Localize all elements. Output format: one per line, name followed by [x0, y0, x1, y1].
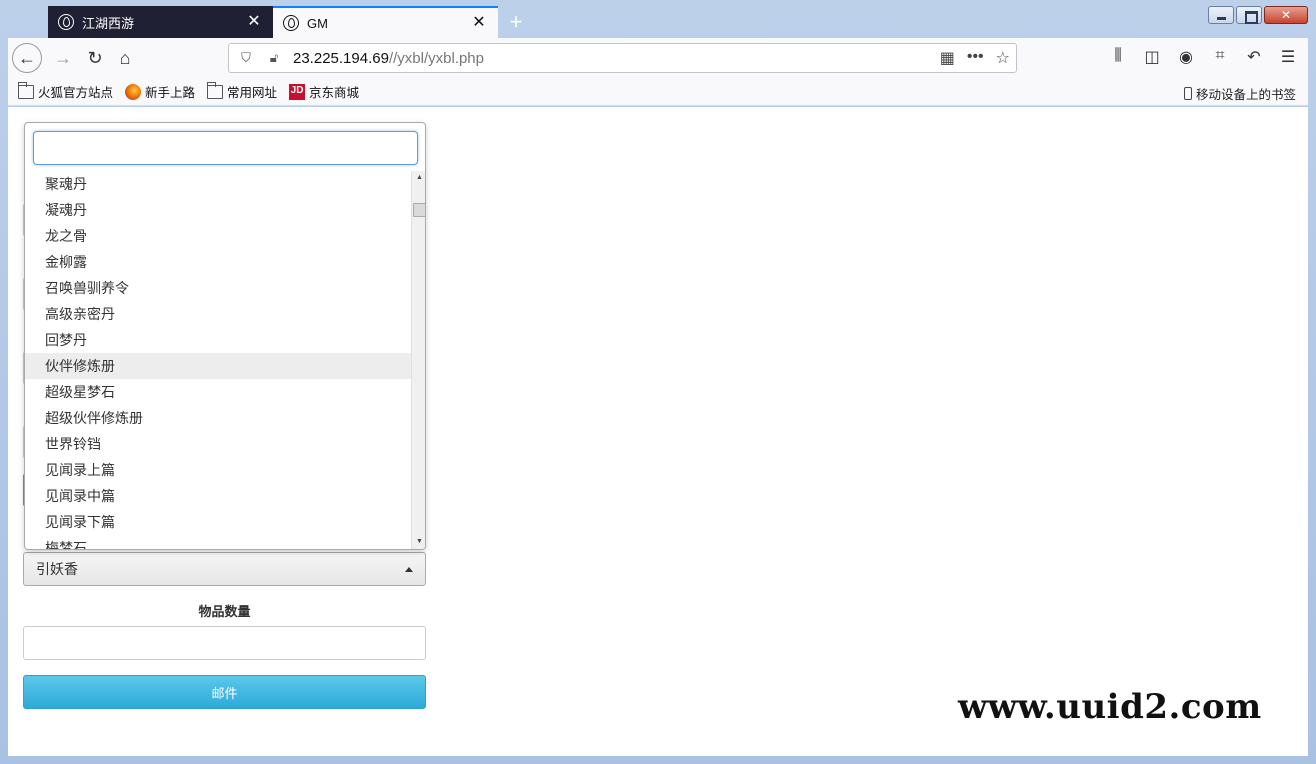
- bookmark-label: 火狐官方站点: [38, 86, 114, 100]
- navigation-toolbar: ← → ↻ ⌂ ⛉ 🔓︎ 23.225.194.69//yxbl/yxbl.ph…: [8, 38, 1308, 78]
- bookmark-common-sites[interactable]: 常用网址: [207, 81, 278, 101]
- quantity-input[interactable]: [23, 626, 426, 660]
- scroll-up-icon[interactable]: ▲: [412, 171, 425, 185]
- tab-gm[interactable]: GM ✕: [273, 6, 498, 38]
- quantity-label: 物品数量: [198, 604, 251, 619]
- shield-icon[interactable]: ⛉: [235, 50, 257, 66]
- scroll-down-icon[interactable]: ▼: [412, 535, 425, 549]
- bookmark-label: 常用网址: [227, 86, 278, 100]
- globe-icon: [58, 14, 74, 30]
- folder-icon: [207, 81, 224, 99]
- dropdown-search-input[interactable]: [33, 131, 418, 165]
- close-tab-icon[interactable]: ✕: [470, 15, 488, 31]
- scrollbar-thumb[interactable]: [413, 203, 425, 217]
- bookmark-label: 京东商城: [309, 86, 360, 100]
- maximize-button[interactable]: [1236, 6, 1262, 24]
- tab-strip: 江湖西游 ✕ GM ✕ +: [8, 6, 1308, 38]
- reload-button[interactable]: ↻: [80, 43, 110, 73]
- url-path: //yxbl/yxbl.php: [388, 49, 484, 67]
- tab-title: 江湖西游: [82, 15, 135, 31]
- screenshot-crop-icon[interactable]: ⌗: [1210, 47, 1230, 67]
- watermark: www.uuid2.com: [926, 649, 1296, 749]
- dropdown-option[interactable]: 见闻录下篇: [25, 509, 411, 535]
- globe-icon: [283, 15, 299, 31]
- minimize-button[interactable]: [1208, 6, 1234, 24]
- forward-button[interactable]: →: [48, 43, 78, 73]
- bookmarks-toolbar: 火狐官方站点 新手上路 常用网址 JD 京东商城 移动设备上的书签: [8, 78, 1308, 106]
- bookmark-jd[interactable]: JD 京东商城: [289, 82, 359, 101]
- qr-code-icon[interactable]: ▦: [940, 48, 955, 68]
- caret-up-icon: [405, 567, 413, 572]
- dropdown-option[interactable]: 回梦丹: [25, 327, 411, 353]
- dropdown-option[interactable]: 超级星梦石: [25, 379, 411, 405]
- firefox-icon: [125, 83, 142, 100]
- bookmark-star-icon[interactable]: ☆: [996, 48, 1010, 68]
- select-dropdown: 聚魂丹 凝魂丹 龙之骨 金柳露 召唤兽驯养令 高级亲密丹 回梦丹 伙伴修炼册 超级星梦石 超级伙伴…: [24, 122, 426, 550]
- dropdown-option[interactable]: 金柳露: [25, 249, 411, 275]
- dropdown-option[interactable]: 超级伙伴修炼册: [25, 405, 411, 431]
- folder-icon: [18, 81, 34, 99]
- undo-icon[interactable]: ↶: [1244, 47, 1264, 67]
- insecure-lock-icon[interactable]: 🔓︎: [263, 50, 285, 66]
- sidebar-icon[interactable]: ◫: [1142, 47, 1162, 67]
- new-tab-button[interactable]: +: [504, 9, 528, 35]
- dropdown-option[interactable]: 见闻录中篇: [25, 483, 411, 509]
- mail-button[interactable]: 邮件: [23, 675, 426, 709]
- dropdown-option[interactable]: 凝魂丹: [25, 197, 411, 223]
- close-tab-icon[interactable]: ✕: [245, 14, 263, 30]
- dropdown-option[interactable]: 聚魂丹: [25, 171, 411, 197]
- home-button[interactable]: ⌂: [110, 43, 140, 73]
- toolbar-icons: ⫼ ◫ ◉ ⌗ ↶ ☰: [1108, 47, 1298, 67]
- bookmark-label: 新手上路: [145, 86, 196, 100]
- menu-icon[interactable]: ☰: [1278, 47, 1298, 67]
- dropdown-option[interactable]: 高级亲密丹: [25, 301, 411, 327]
- close-window-button[interactable]: ✕: [1264, 6, 1308, 24]
- bookmark-getting-started[interactable]: 新手上路: [125, 82, 195, 101]
- dropdown-option[interactable]: 见闻录上篇: [25, 457, 411, 483]
- mobile-bookmarks[interactable]: 移动设备上的书签: [1183, 84, 1296, 103]
- dropdown-option[interactable]: 梅梦石: [25, 535, 411, 549]
- mobile-bookmarks-label: 移动设备上的书签: [1195, 88, 1296, 102]
- url-host: 23.225.194.69: [293, 49, 389, 67]
- window-controls: ✕: [1208, 6, 1308, 24]
- browser-window: 江湖西游 ✕ GM ✕ + ✕ ← → ↻ ⌂ ⛉ 🔓︎ 23.225.194.…: [0, 0, 1316, 764]
- watermark-text: www.uuid2.com: [958, 687, 1262, 727]
- tab-jianghu[interactable]: 江湖西游 ✕: [48, 6, 273, 38]
- phone-icon: [1183, 87, 1192, 100]
- back-button[interactable]: ←: [12, 43, 42, 73]
- url-actions: ▦ ••• ☆: [940, 48, 1010, 68]
- dropdown-scrollbar[interactable]: ▲ ▼: [411, 171, 425, 549]
- dropdown-option[interactable]: 世界铃铛: [25, 431, 411, 457]
- library-icon[interactable]: ⫼: [1108, 47, 1128, 67]
- item-select[interactable]: 引妖香: [23, 552, 426, 586]
- account-icon[interactable]: ◉: [1176, 47, 1196, 67]
- tab-title: GM: [307, 15, 328, 31]
- dropdown-list: 聚魂丹 凝魂丹 龙之骨 金柳露 召唤兽驯养令 高级亲密丹 回梦丹 伙伴修炼册 超级星梦石 超级伙伴…: [25, 171, 411, 549]
- bookmark-firefox-site[interactable]: 火狐官方站点: [18, 81, 114, 101]
- dropdown-option[interactable]: 召唤兽驯养令: [25, 275, 411, 301]
- more-actions-icon[interactable]: •••: [967, 48, 984, 68]
- selected-item: 引妖香: [36, 561, 78, 577]
- jd-logo-icon: JD: [289, 83, 306, 100]
- dropdown-option[interactable]: 伙伴修炼册: [25, 353, 411, 379]
- dropdown-option[interactable]: 龙之骨: [25, 223, 411, 249]
- url-bar[interactable]: ⛉ 🔓︎ 23.225.194.69//yxbl/yxbl.php ▦ ••• …: [228, 43, 1017, 73]
